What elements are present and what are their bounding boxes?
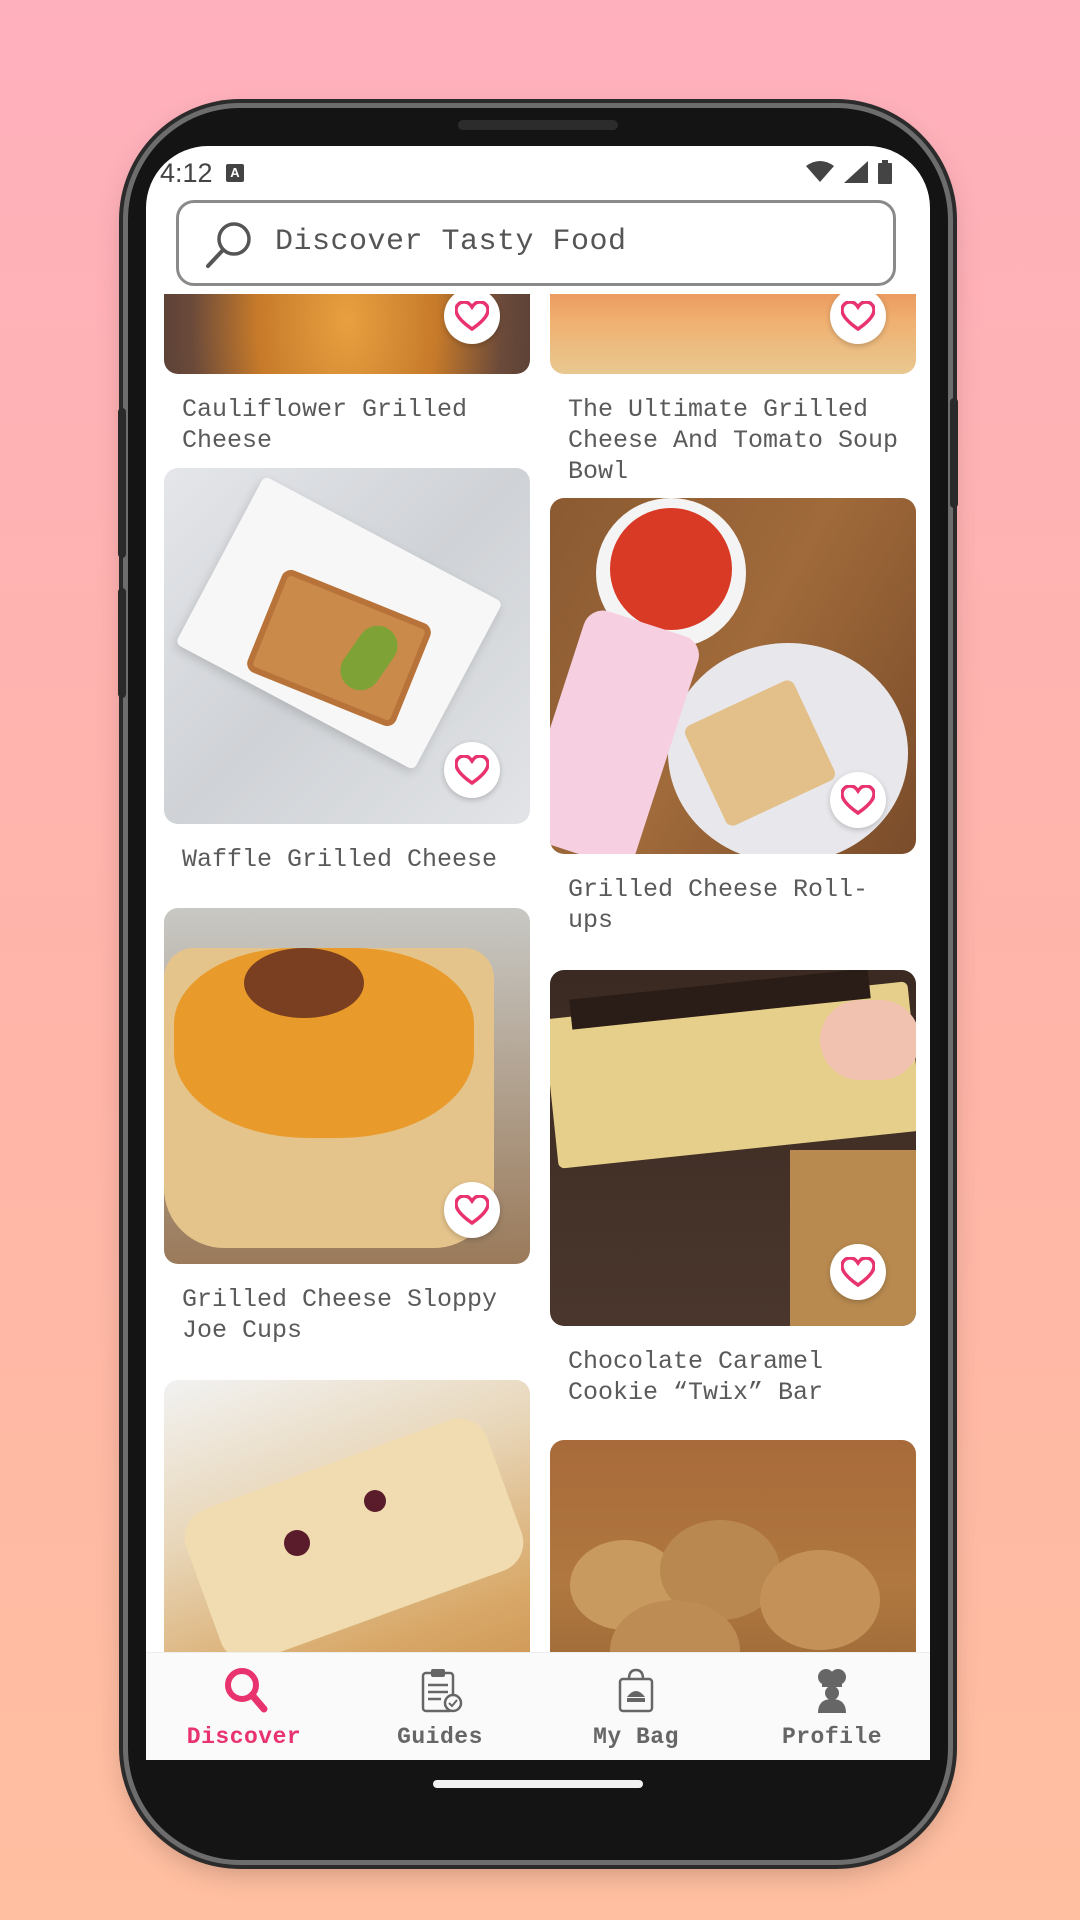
- nav-label: Guides: [397, 1724, 483, 1750]
- favorite-heart-icon[interactable]: [444, 1182, 500, 1238]
- chef-icon: [818, 1669, 846, 1713]
- nav-discover[interactable]: Discover: [146, 1667, 342, 1750]
- earpiece-speaker: [458, 120, 618, 130]
- side-button: [950, 398, 958, 508]
- search-icon: [206, 222, 251, 268]
- status-bar: 4:12 A: [146, 146, 930, 202]
- battery-icon: [878, 160, 892, 184]
- search-placeholder: Discover Tasty Food: [275, 225, 627, 259]
- bottom-navigation: Discover Guides My Bag Profile: [146, 1652, 930, 1760]
- recipe-card[interactable]: [550, 1440, 916, 1652]
- recipe-card[interactable]: Waffle Grilled Cheese: [164, 468, 530, 888]
- status-time: 4:12: [160, 158, 213, 188]
- home-indicator[interactable]: [433, 1780, 643, 1788]
- recipe-card[interactable]: The Ultimate Grilled Cheese And Tomato S…: [550, 294, 916, 486]
- cellular-signal-icon: [844, 161, 868, 183]
- nav-guides[interactable]: Guides: [342, 1667, 538, 1750]
- recipe-card[interactable]: Grilled Cheese Sloppy Joe Cups: [164, 908, 530, 1358]
- nav-my-bag[interactable]: My Bag: [538, 1667, 734, 1750]
- favorite-heart-icon[interactable]: [444, 742, 500, 798]
- recipe-card[interactable]: Grilled Cheese Roll-ups: [550, 498, 916, 948]
- recipe-card[interactable]: Cauliflower Grilled Cheese: [164, 294, 530, 455]
- recipe-image: [550, 1440, 916, 1652]
- nav-profile[interactable]: Profile: [734, 1667, 930, 1750]
- clipboard-icon: [421, 1669, 463, 1713]
- nav-label: Discover: [186, 1724, 302, 1750]
- recipe-card[interactable]: Chocolate Caramel Cookie “Twix” Bar: [550, 970, 916, 1420]
- phone-frame: 4:12 A Discover Tasty Food Cauliflower G…: [118, 108, 958, 1860]
- wifi-icon: [806, 161, 834, 182]
- search-icon: [225, 1668, 268, 1713]
- recipe-title: The Ultimate Grilled Cheese And Tomato S…: [568, 395, 899, 486]
- nav-label: My Bag: [593, 1724, 679, 1750]
- recipe-image: [164, 1380, 530, 1652]
- keyboard-notification-icon: A: [226, 164, 244, 182]
- search-bar[interactable]: Discover Tasty Food: [176, 200, 896, 286]
- favorite-heart-icon[interactable]: [830, 772, 886, 828]
- app-screen: 4:12 A Discover Tasty Food Cauliflower G…: [146, 146, 930, 1760]
- favorite-heart-icon[interactable]: [830, 1244, 886, 1300]
- recipe-title: Chocolate Caramel Cookie “Twix” Bar: [568, 1347, 824, 1407]
- recipe-title: Waffle Grilled Cheese: [182, 845, 498, 874]
- recipe-card[interactable]: [164, 1380, 530, 1652]
- recipe-title: Grilled Cheese Roll-ups: [568, 875, 869, 935]
- power-button: [118, 588, 126, 698]
- recipe-title: Cauliflower Grilled Cheese: [182, 395, 468, 455]
- recipe-feed[interactable]: Cauliflower Grilled Cheese The Ultimate …: [146, 294, 930, 1652]
- recipe-title: Grilled Cheese Sloppy Joe Cups: [182, 1285, 498, 1345]
- nav-label: Profile: [781, 1724, 883, 1750]
- volume-button: [118, 408, 126, 558]
- shopping-bag-icon: [618, 1668, 654, 1713]
